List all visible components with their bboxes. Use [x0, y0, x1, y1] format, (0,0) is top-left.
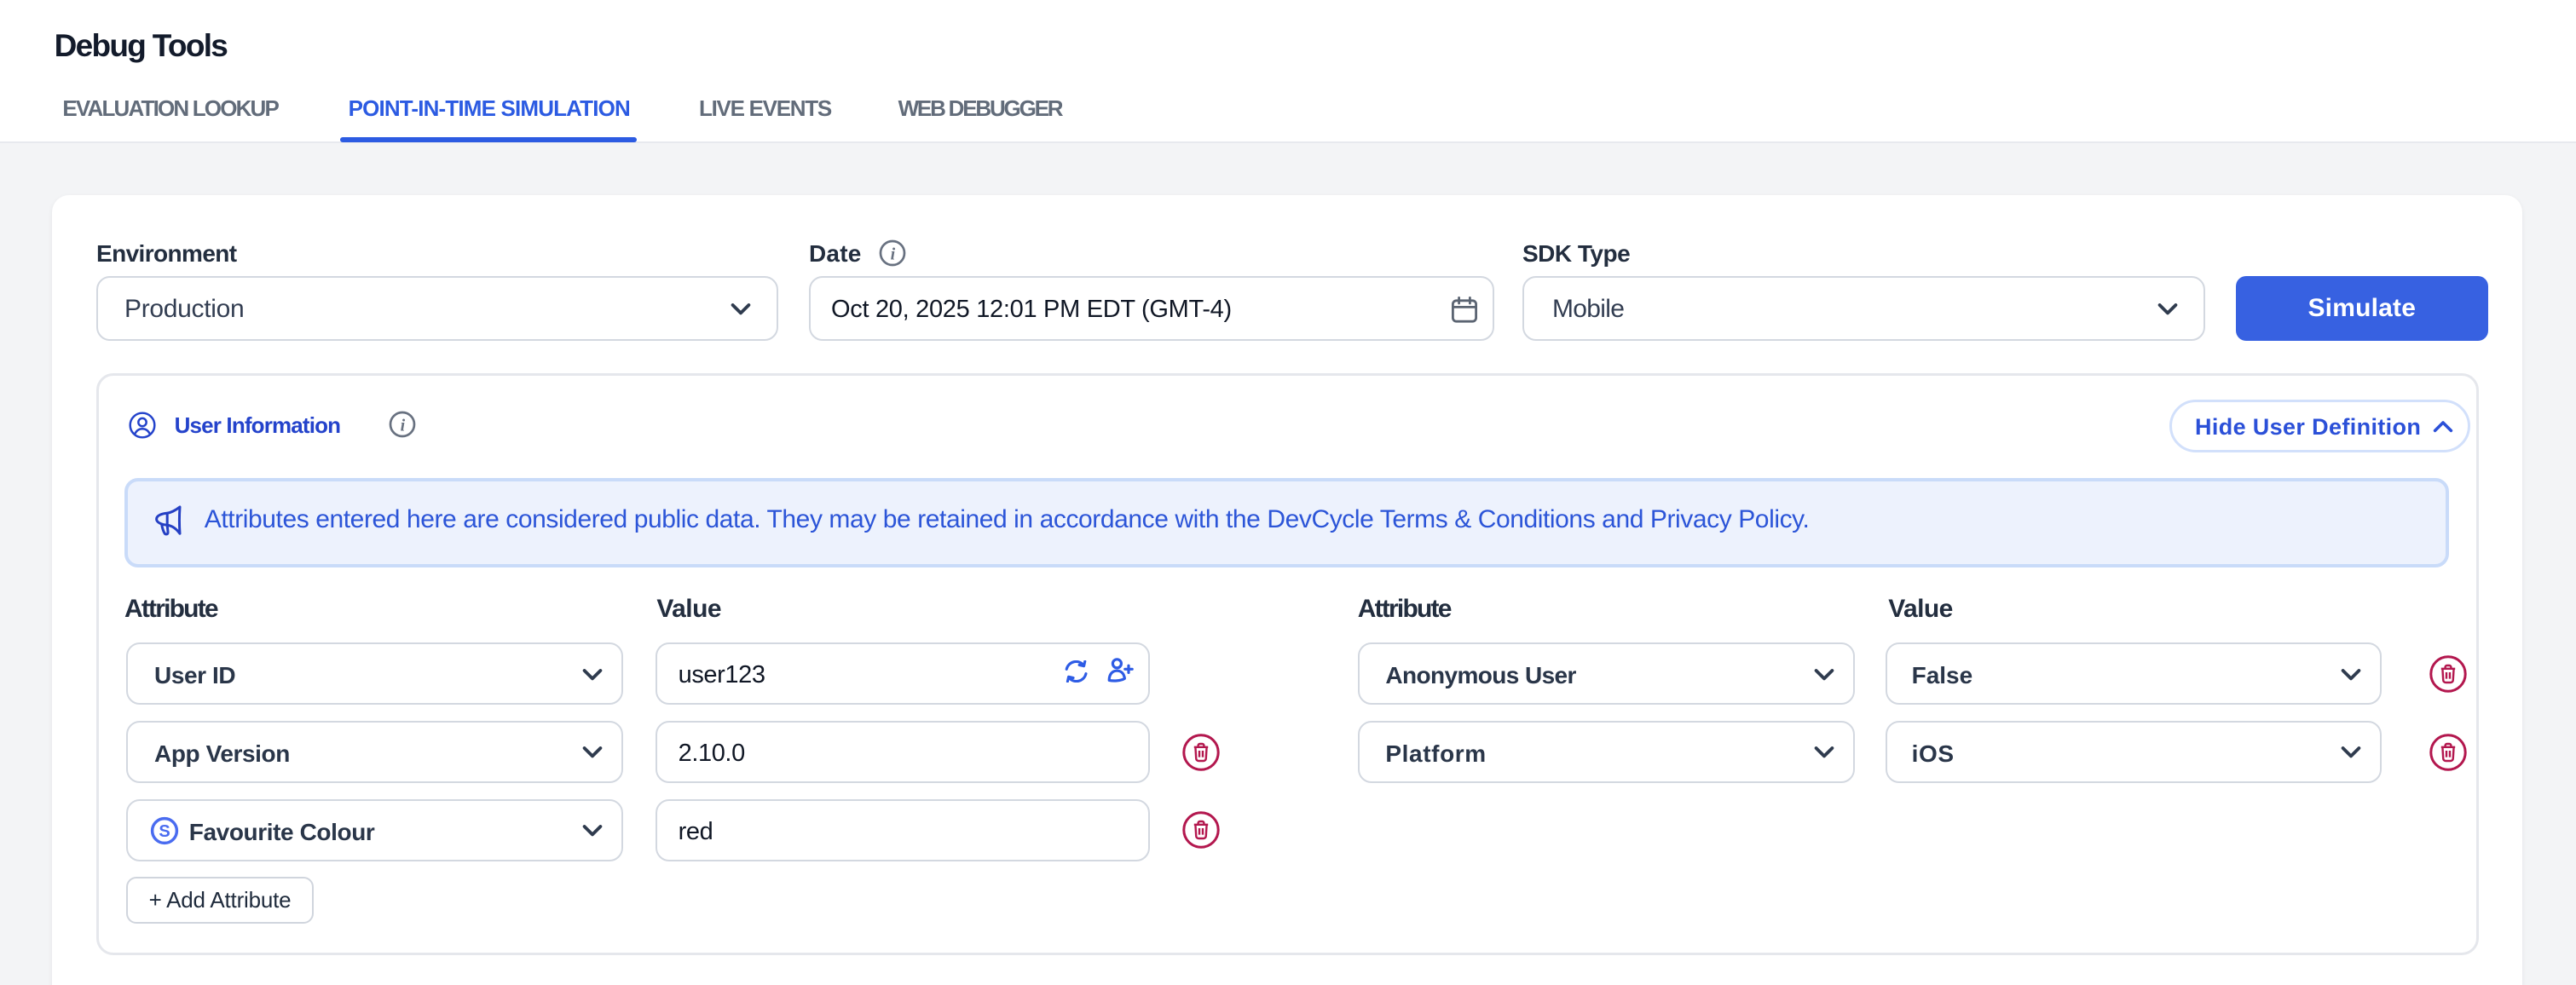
svg-text:i: i [891, 245, 896, 264]
svg-text:S: S [159, 822, 170, 841]
svg-text:i: i [401, 417, 406, 435]
